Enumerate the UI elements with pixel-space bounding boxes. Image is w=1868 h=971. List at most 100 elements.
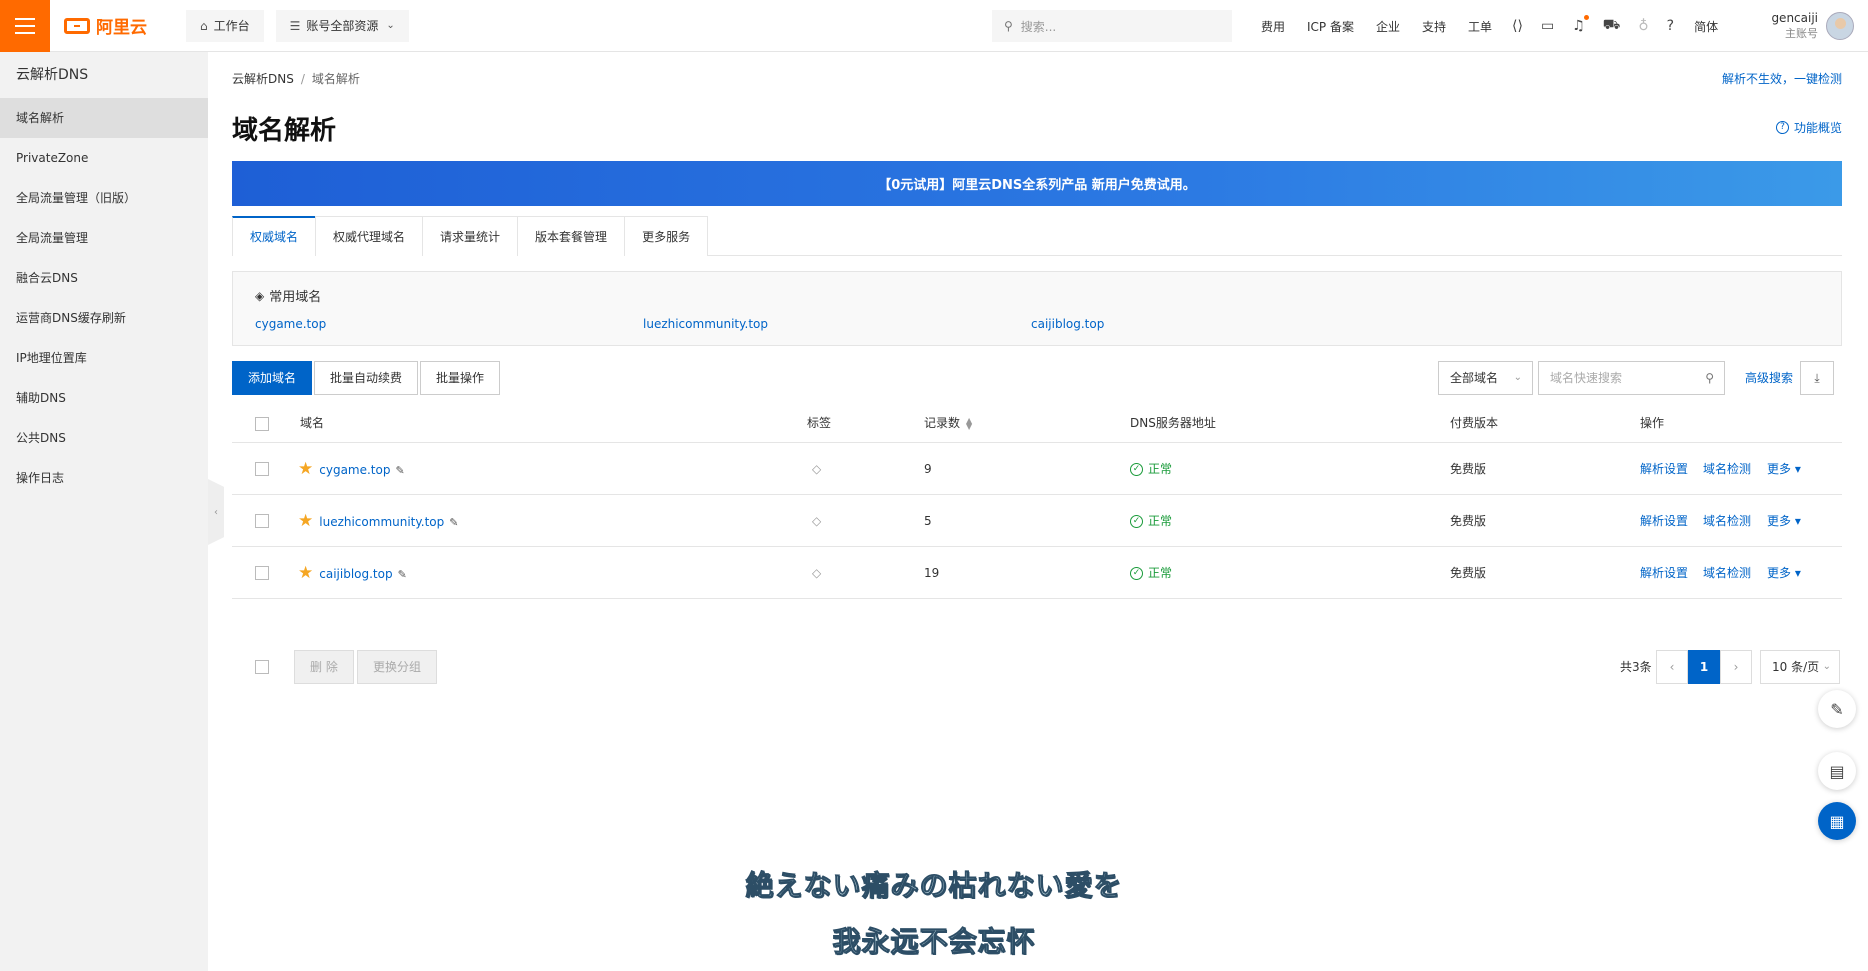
aliyun-logo[interactable]: 阿里云 (64, 13, 174, 38)
edit-icon[interactable]: ✎ (395, 464, 404, 477)
plan-cell: 免费版 (1450, 462, 1487, 476)
nav-fees[interactable]: 费用 (1261, 18, 1285, 35)
resolve-settings-link[interactable]: 解析设置 (1640, 495, 1688, 547)
cart-icon[interactable]: ⛟ (1603, 17, 1621, 35)
language-switch[interactable]: 简体 (1694, 18, 1718, 35)
more-label: 更多 (1767, 514, 1792, 528)
tab-proxy[interactable]: 权威代理域名 (315, 216, 424, 256)
breadcrumb-separator: / (300, 72, 305, 86)
sidebar-item-cloud-dns[interactable]: 融合云DNS (0, 258, 208, 298)
nav-enterprise[interactable]: 企业 (1376, 18, 1400, 35)
nav-support[interactable]: 支持 (1422, 18, 1446, 35)
sort-icon[interactable]: ▲ ▼ (966, 416, 972, 430)
search-icon[interactable]: ⚲ (1705, 362, 1714, 394)
sidebar-item-gtm[interactable]: 全局流量管理 (0, 218, 208, 258)
domain-link[interactable]: caijiblog.top (319, 567, 392, 581)
tab-request-stats[interactable]: 请求量统计 (422, 216, 519, 256)
tab-more-services[interactable]: 更多服务 (624, 216, 709, 256)
domain-filter-select[interactable]: 全部域名 ⌄ (1438, 361, 1533, 395)
domain-check-link[interactable]: 域名检测 (1703, 443, 1751, 495)
domain-link[interactable]: luezhicommunity.top (319, 515, 444, 529)
domain-check-link[interactable]: 域名检测 (1703, 495, 1751, 547)
breadcrumb-root[interactable]: 云解析DNS (232, 72, 294, 86)
row-checkbox[interactable] (255, 566, 269, 580)
domain-search-input[interactable]: 域名快速搜索 ⚲ (1538, 361, 1725, 395)
plan-cell: 免费版 (1450, 566, 1487, 580)
page-size-select[interactable]: 10 条/页 ⌄ (1760, 650, 1840, 684)
dns-status-badge: ✓ 正常 (1130, 547, 1172, 599)
code-icon[interactable]: ⟨⟩ (1512, 18, 1523, 34)
sidebar-item-logs[interactable]: 操作日志 (0, 458, 208, 498)
select-all-checkbox[interactable] (255, 417, 269, 431)
logo-mark-icon (64, 17, 90, 34)
tab-plan-management[interactable]: 版本套餐管理 (517, 216, 626, 256)
global-search-input[interactable]: ⚲ 搜索... (992, 10, 1232, 42)
more-dropdown[interactable]: 更多 ▾ (1767, 443, 1801, 495)
feedback-edit-icon[interactable]: ✎ (1818, 690, 1856, 728)
tag-icon[interactable]: ◇ (812, 443, 821, 495)
help-icon[interactable]: ? (1667, 18, 1674, 34)
page-number-button[interactable]: 1 (1688, 650, 1720, 684)
advanced-search-link[interactable]: 高级搜索 (1745, 361, 1793, 395)
star-icon[interactable]: ★ (298, 511, 313, 531)
header-records[interactable]: 记录数 ▲ ▼ (924, 404, 972, 443)
more-dropdown[interactable]: 更多 ▾ (1767, 495, 1801, 547)
sidebar-item-ip-geo[interactable]: IP地理位置库 (0, 338, 208, 378)
change-group-button[interactable]: 更换分组 (357, 650, 438, 684)
resolve-settings-link[interactable]: 解析设置 (1640, 443, 1688, 495)
list-icon: ☰ (289, 18, 301, 33)
tab-authoritative[interactable]: 权威域名 (232, 216, 317, 256)
chevron-down-icon: ⌄ (1513, 372, 1522, 383)
common-domain-link[interactable]: cygame.top (255, 317, 326, 331)
breadcrumb: 云解析DNS / 域名解析 (232, 70, 360, 87)
dns-status-label: 正常 (1148, 514, 1173, 528)
record-count: 5 (924, 514, 932, 528)
sidebar-item-secondary-dns[interactable]: 辅助DNS (0, 378, 208, 418)
edit-icon[interactable]: ✎ (449, 516, 458, 529)
batch-operation-button[interactable]: 批量操作 (420, 361, 501, 395)
download-icon[interactable]: ⤓ (1800, 361, 1834, 395)
add-domain-button[interactable]: 添加域名 (232, 361, 313, 395)
tag-icon[interactable]: ◇ (812, 547, 821, 599)
nav-icp[interactable]: ICP 备案 (1307, 18, 1354, 35)
row-checkbox[interactable] (255, 514, 269, 528)
bell-icon[interactable]: ♫ (1572, 15, 1589, 34)
tag-icon[interactable]: ◇ (812, 495, 821, 547)
menu-icon[interactable] (0, 0, 50, 52)
next-page-button[interactable]: › (1720, 650, 1752, 684)
question-icon: ? (1775, 121, 1789, 134)
delete-button[interactable]: 删 除 (294, 650, 354, 684)
promo-banner[interactable]: 【0元试用】阿里云DNS全系列产品 新用户免费试用。 (232, 161, 1842, 206)
row-checkbox[interactable] (255, 462, 269, 476)
batch-renew-button[interactable]: 批量自动续费 (314, 361, 419, 395)
workbench-button[interactable]: ⌂ 工作台 (186, 9, 264, 42)
terminal-icon[interactable]: ▭ (1541, 18, 1554, 34)
one-click-check-link[interactable]: 解析不生效，一键检测 (1722, 70, 1842, 87)
apps-grid-icon[interactable]: ▦ (1818, 802, 1856, 840)
chat-icon[interactable]: ▤ (1818, 752, 1856, 790)
resolve-settings-link[interactable]: 解析设置 (1640, 547, 1688, 599)
more-dropdown[interactable]: 更多 ▾ (1767, 547, 1801, 599)
sidebar-collapse-handle[interactable]: ‹ (208, 479, 224, 545)
domain-check-link[interactable]: 域名检测 (1703, 547, 1751, 599)
sidebar-item-privatezone[interactable]: PrivateZone (0, 138, 208, 178)
nav-tickets[interactable]: 工单 (1468, 18, 1492, 35)
user-menu[interactable]: gencaiji 主账号 (1771, 8, 1854, 44)
domain-link[interactable]: cygame.top (319, 463, 390, 477)
sidebar-item-domain-resolution[interactable]: 域名解析 (0, 98, 208, 138)
header-records-label: 记录数 (924, 416, 961, 430)
star-icon[interactable]: ★ (298, 459, 313, 479)
sidebar-item-public-dns[interactable]: 公共DNS (0, 418, 208, 458)
edit-icon[interactable]: ✎ (398, 568, 407, 581)
bulb-icon[interactable]: ♁ (1638, 18, 1648, 34)
sidebar-item-cache-refresh[interactable]: 运营商DNS缓存刷新 (0, 298, 208, 338)
footer-select-checkbox[interactable] (255, 660, 269, 674)
prev-page-button[interactable]: ‹ (1656, 650, 1688, 684)
common-domain-link[interactable]: luezhicommunity.top (643, 317, 768, 331)
avatar[interactable] (1826, 12, 1854, 40)
overview-link[interactable]: ? 功能概览 (1775, 119, 1842, 136)
common-domain-link[interactable]: caijiblog.top (1031, 317, 1104, 331)
sidebar-item-gtm-legacy[interactable]: 全局流量管理（旧版） (0, 178, 208, 218)
star-icon[interactable]: ★ (298, 563, 313, 583)
resources-dropdown[interactable]: ☰ 账号全部资源 ⌄ (275, 9, 409, 42)
